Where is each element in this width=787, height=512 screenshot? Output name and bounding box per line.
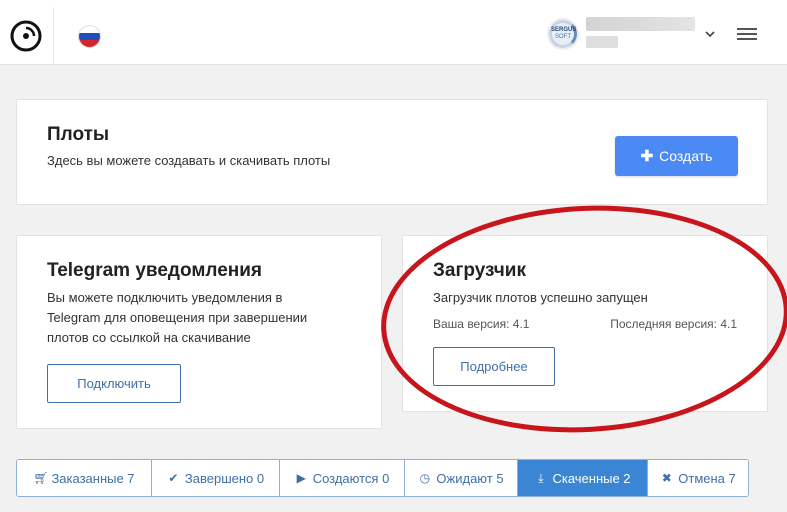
play-icon: ▶ — [296, 471, 306, 485]
telegram-description-line-2: Telegram для оповещения при завершении — [47, 310, 308, 325]
russia-flag-icon[interactable] — [78, 25, 101, 48]
tab-cancelled-label: Отмена 7 — [678, 470, 736, 486]
telegram-title: Telegram уведомления — [47, 260, 263, 281]
downloader-card: Загрузчик Загрузчик плотов успешно запущ… — [402, 235, 768, 412]
order-status-tabs: 🛒︎ Заказанные 7 ✔ Завершено 0 ▶ Создаютс… — [16, 459, 749, 497]
tab-creating[interactable]: ▶ Создаются 0 — [280, 460, 405, 496]
user-avatar[interactable]: SERGUS SOFT — [547, 18, 579, 50]
downloader-status: Загрузчик плотов успешно запущен — [433, 290, 648, 305]
redacted-user-subtext — [586, 36, 618, 48]
telegram-description-line-3: плотов со ссылкой на скачивание — [47, 330, 251, 345]
plus-icon: ✚ — [640, 148, 654, 165]
create-button-label: Создать — [659, 148, 713, 164]
download-icon: ⤓ — [538, 470, 544, 485]
clock-icon: ◷ — [419, 471, 431, 485]
plots-card: Плоты Здесь вы можете создавать и скачив… — [16, 99, 768, 205]
telegram-description-line-1: Вы можете подключить уведомления в — [47, 290, 283, 305]
tab-completed-label: Завершено 0 — [184, 470, 265, 486]
redacted-username — [586, 17, 695, 31]
downloader-title: Загрузчик — [433, 260, 526, 281]
avatar-text-1: SERGUS — [551, 27, 577, 33]
plots-description: Здесь вы можете создавать и скачивать пл… — [47, 153, 331, 168]
cart-icon: 🛒︎ — [33, 471, 49, 485]
latest-version: Последняя версия: 4.1 — [610, 317, 737, 331]
x-icon: ✖ — [661, 471, 672, 485]
tab-waiting-label: Ожидают 5 — [436, 470, 504, 486]
tab-waiting[interactable]: ◷ Ожидают 5 — [405, 460, 518, 496]
tab-cancelled[interactable]: ✖ Отмена 7 — [648, 460, 748, 496]
chevron-down-icon[interactable] — [703, 27, 717, 41]
check-icon: ✔ — [168, 471, 179, 485]
tab-downloaded[interactable]: ⤓ Скаченные 2 — [518, 460, 648, 496]
create-plot-button[interactable]: ✚ Создать — [615, 136, 738, 176]
plots-title: Плоты — [47, 124, 110, 145]
details-button[interactable]: Подробнее — [433, 347, 555, 386]
tab-ordered[interactable]: 🛒︎ Заказанные 7 — [17, 460, 152, 496]
your-version: Ваша версия: 4.1 — [433, 317, 530, 331]
telegram-card: Telegram уведомления Вы можете подключит… — [16, 235, 382, 429]
tab-creating-label: Создаются 0 — [312, 470, 390, 486]
header-divider — [53, 7, 54, 65]
vinyl-disc-logo-icon[interactable] — [9, 19, 43, 53]
tab-downloaded-label: Скаченные 2 — [552, 470, 631, 486]
top-navbar: SERGUS SOFT — [0, 0, 787, 65]
avatar-text-2: SOFT — [555, 34, 571, 40]
tab-completed[interactable]: ✔ Завершено 0 — [152, 460, 280, 496]
tab-ordered-label: Заказанные 7 — [51, 470, 135, 486]
connect-telegram-button[interactable]: Подключить — [47, 364, 181, 403]
hamburger-menu-icon[interactable] — [737, 26, 757, 42]
